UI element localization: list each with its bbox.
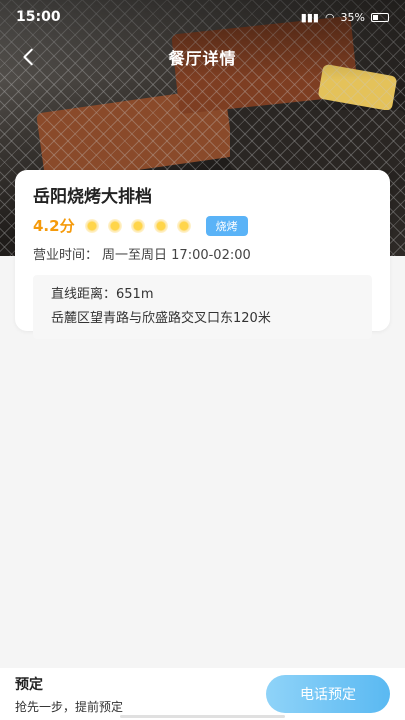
signal-icon: ▮▮▮	[300, 10, 319, 24]
address-text[interactable]: 岳麓区望青路与欣盛路交叉口东120米	[51, 307, 354, 331]
phone-reserve-button[interactable]: 电话预定	[266, 675, 390, 713]
battery-percent: 35%	[340, 10, 365, 24]
rating-star-icon	[130, 218, 145, 233]
status-bar: 15:00 ▮▮▮ ◠ 35%	[0, 0, 405, 34]
status-time: 15:00	[16, 9, 61, 25]
reserve-subtext: 抢先一步，提前预定	[15, 699, 124, 714]
rating-score: 4.2分	[33, 217, 75, 235]
rating-row: 4.2分 烧烤	[33, 215, 372, 236]
rating-star-icon	[107, 218, 122, 233]
battery-icon	[371, 12, 389, 22]
rating-star-icon	[84, 218, 99, 233]
nav-bar: 餐厅详情	[0, 40, 405, 74]
hours-value: 周一至周日 17:00-02:00	[102, 248, 251, 263]
bottom-bar: 预定 抢先一步，提前预定 电话预定	[0, 668, 405, 720]
category-tag: 烧烤	[205, 215, 248, 236]
opening-hours: 营业时间： 周一至周日 17:00-02:00	[33, 244, 372, 263]
chevron-left-icon[interactable]	[18, 46, 40, 68]
restaurant-card: 岳阳烧烤大排档 4.2分 烧烤 营业时间： 周一至周日 17:00-02:00 直…	[15, 170, 390, 339]
distance-text: 直线距离：651m	[51, 287, 154, 302]
home-indicator	[120, 715, 285, 718]
rating-star-icon	[153, 218, 168, 233]
page-title: 餐厅详情	[168, 49, 237, 68]
wifi-icon: ◠	[324, 10, 335, 24]
rating-star-icon	[176, 218, 191, 233]
location-info: 直线距离：651m 岳麓区望青路与欣盛路交叉口东120米	[33, 275, 372, 339]
reserve-heading: 预定	[15, 676, 43, 693]
restaurant-name: 岳阳烧烤大排档	[33, 187, 152, 207]
hours-label: 营业时间：	[33, 248, 99, 263]
